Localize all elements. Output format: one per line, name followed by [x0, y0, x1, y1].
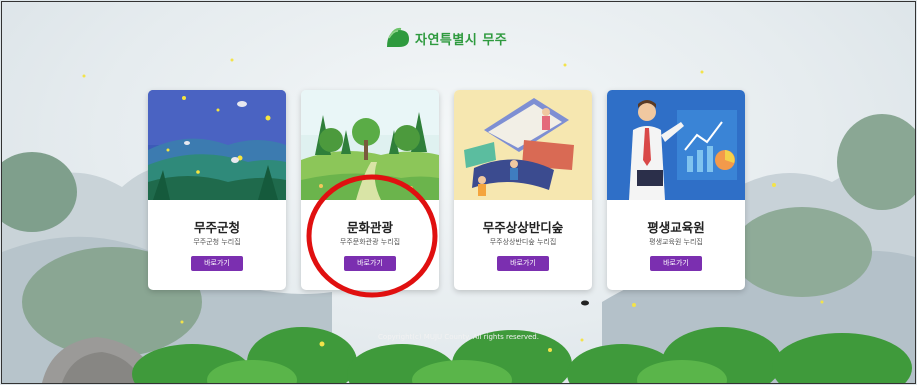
shortcut-button-imagination-forest[interactable]: 바로가기 [497, 256, 549, 271]
logo-text: 자연특별시 무주 [415, 32, 508, 48]
card-subtitle: 무주군청 누리집 [193, 238, 241, 246]
card-title: 문화관광 [346, 220, 393, 235]
card-subtitle: 무주상상반디숲 누리집 [489, 238, 557, 246]
park-trees-meadow-illustration [301, 90, 439, 200]
card-lifelong-education[interactable]: 평생교육원 평생교육원 누리집 바로가기 [607, 90, 745, 290]
card-title: 평생교육원 [647, 220, 705, 235]
page-frame: 자연특별시 무주 무주군청 무주군청 누리집 바로가기 문화관광 무주문화관광 … [1, 1, 916, 384]
card-subtitle: 무주문화관광 누리집 [339, 238, 401, 246]
mujuo-leaf-logo-icon [387, 27, 409, 47]
shortcut-button-culture-tourism[interactable]: 바로가기 [344, 256, 396, 271]
card-title: 무주상상반디숲 [482, 220, 564, 235]
shortcut-button-muju-county[interactable]: 바로가기 [191, 256, 243, 271]
card-subtitle: 평생교육원 누리집 [649, 238, 703, 246]
card-imagination-forest[interactable]: 무주상상반디숲 무주상상반디숲 누리집 바로가기 [454, 90, 592, 290]
site-logo[interactable]: 자연특별시 무주 [385, 24, 507, 52]
copyright-text: Copyright(c) MUJU County. All rights res… [378, 333, 539, 341]
card-muju-county[interactable]: 무주군청 무주군청 누리집 바로가기 [148, 90, 286, 290]
reading-kids-books-illustration [454, 90, 592, 200]
shortcut-button-lifelong-education[interactable]: 바로가기 [650, 256, 702, 271]
card-title: 무주군청 [193, 220, 240, 235]
teacher-presentation-illustration [607, 90, 745, 200]
card-culture-tourism[interactable]: 문화관광 무주문화관광 누리집 바로가기 [301, 90, 439, 290]
fireflies-night-forest-illustration [148, 90, 286, 200]
